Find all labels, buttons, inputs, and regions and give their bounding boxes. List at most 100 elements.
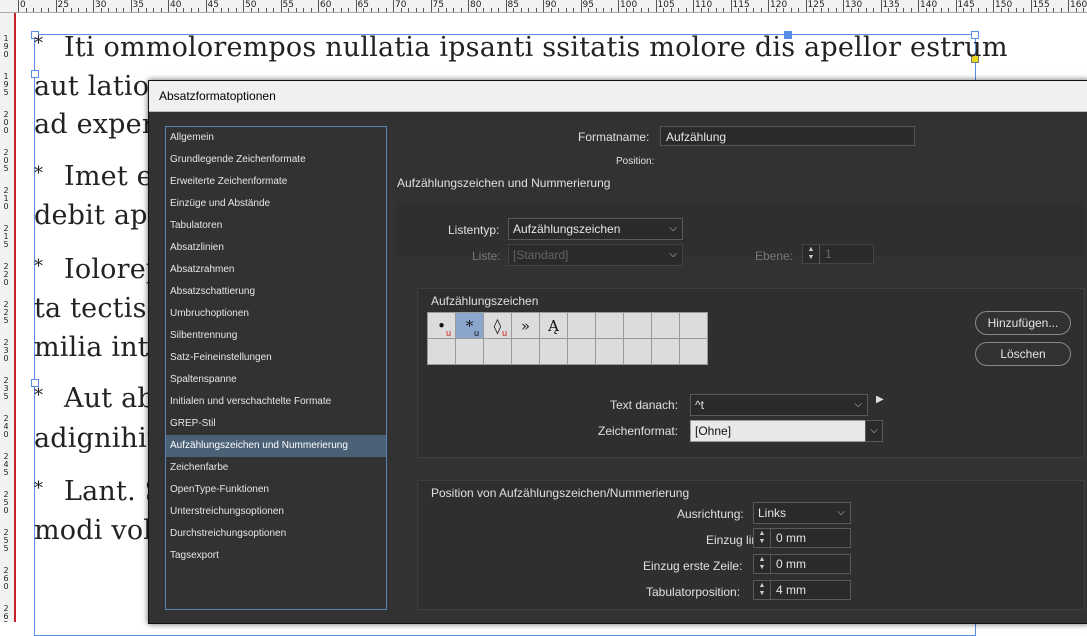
category-item[interactable]: Initialen und verschachtelte Formate [166,391,386,413]
ruler-minor-tick [25,8,27,12]
category-item[interactable]: Absatzlinien [166,237,386,259]
ruler-minor-tick [63,8,64,12]
bullet-cell[interactable] [623,338,652,365]
category-item[interactable]: Unterstreichungsoptionen [166,501,386,523]
ruler-minor-tick [753,8,754,12]
doc-text-line: Iti ommolorempos nullatia ipsanti ssitat… [64,32,1008,63]
category-item[interactable]: Satz-Feineinstellungen [166,347,386,369]
ruler-minor-tick [175,8,177,12]
ruler-tick [655,0,657,12]
einzug-links-stepper[interactable]: ▲ ▼ 0 mm [753,528,851,548]
bullet-cell[interactable] [595,338,624,365]
bullet-char-grid[interactable]: • u * u ◊ u» Ą [427,312,708,365]
ruler-minor-tick [145,8,147,12]
bullet-cell[interactable] [595,312,624,339]
bullet-star: * [34,163,43,184]
ruler-minor-tick [520,8,522,12]
bullet-cell[interactable] [679,338,708,365]
ruler-label: 200 [3,110,9,135]
category-item[interactable]: Aufzählungszeichen und Nummerierung [166,435,386,457]
category-item[interactable]: OpenType-Funktionen [166,479,386,501]
liste-label: Liste: [472,249,501,263]
vertical-ruler[interactable]: 190 195 200 205 210 215 220 225 230 235 240 245 250 2… [0,13,15,622]
category-item[interactable]: Tagsexport [166,545,386,567]
stepper-arrows-icon[interactable]: ▲ ▼ [754,555,771,574]
bullet-cell[interactable] [623,312,652,339]
ruler-label: 265 [3,604,9,623]
bullet-cell[interactable]: » [511,312,540,339]
unicode-marker: u [445,328,451,338]
stepper-arrows-icon[interactable]: ▲ ▼ [754,529,771,548]
einzug-erste-stepper[interactable]: ▲ ▼ 0 mm [753,554,851,574]
ruler-label: 190 [3,34,9,59]
ruler-minor-tick [490,8,492,12]
ausrichtung-dropdown[interactable]: Links ⌵ [753,502,851,524]
stepper-arrows-icon[interactable]: ▲ ▼ [754,581,771,600]
bullet-cell[interactable] [567,312,596,339]
ruler-minor-tick [288,8,289,12]
category-item[interactable]: Einzüge und Abstände [166,193,386,215]
formatname-label: Formatname: [578,130,650,144]
zeichenformat-dropdown[interactable]: [Ohne] [690,420,866,442]
ruler-minor-tick [408,8,409,12]
einzug-erste-value: 0 mm [776,557,806,571]
ruler-minor-tick [595,8,597,12]
dialog-title[interactable]: Absatzformatoptionen [149,81,1087,112]
ruler-tick [580,0,582,12]
add-bullet-button[interactable]: Hinzufügen... [975,311,1071,335]
chevron-down-icon: ⌵ [837,507,845,518]
special-chars-flyout-icon[interactable]: ▶ [876,394,884,405]
category-item[interactable]: Grundlegende Zeichenformate [166,149,386,171]
category-item[interactable]: Erweiterte Zeichenformate [166,171,386,193]
ebene-stepper[interactable]: ▲ ▼ 1 [802,244,874,264]
bullet-cell[interactable] [679,312,708,339]
ruler-minor-tick [933,8,934,12]
ruler-tick [993,0,994,12]
ruler-label: 140 [920,0,938,10]
horizontal-ruler[interactable]: 0 25 30 35 40 45 50 55 60 65 70 75 80 85 90 95 100 105 110… [0,0,1087,13]
bullet-cell[interactable]: * u [455,312,484,339]
formatname-input[interactable]: Aufzählung [660,126,915,146]
category-item[interactable]: Absatzrahmen [166,259,386,281]
bullet-cell[interactable] [567,338,596,365]
chevron-down-icon[interactable]: ⌵ [865,420,883,442]
bullet-cell[interactable] [427,338,456,365]
bullet-cell[interactable] [455,338,484,365]
category-item[interactable]: GREP-Stil [166,413,386,435]
category-item[interactable]: Allgemein [166,127,386,149]
ruler-minor-tick [1053,8,1054,12]
ruler-minor-tick [813,8,814,12]
ruler-minor-tick [1023,8,1024,12]
ruler-minor-tick [310,8,312,12]
bullet-cell[interactable] [511,338,540,365]
ruler-minor-tick [438,8,439,12]
delete-bullet-button[interactable]: Löschen [975,342,1071,366]
category-item[interactable]: Spaltenspanne [166,369,386,391]
ruler-minor-tick [363,8,364,12]
category-item[interactable]: Zeichenfarbe [166,457,386,479]
liste-dropdown[interactable]: [Standard] ⌵ [508,244,683,266]
category-item[interactable]: Durchstreichungsoptionen [166,523,386,545]
ruler-minor-tick [850,8,852,12]
ruler-label: 230 [3,338,9,363]
bullet-cell[interactable]: • u [427,312,456,339]
category-list[interactable]: Allgemein Grundlegende Zeichenformate Erwe… [165,126,387,610]
category-item[interactable]: Silbentrennung [166,325,386,347]
text-danach-dropdown[interactable]: ^t ⌵ [690,394,868,416]
stepper-arrows-icon[interactable]: ▲ ▼ [803,245,820,264]
ruler-minor-tick [663,8,664,12]
bullet-cell[interactable] [651,338,680,365]
bullet-cell[interactable] [483,338,512,365]
doc-text-line: milia intu [34,332,167,363]
category-item[interactable]: Umbruchoptionen [166,303,386,325]
bullet-cell[interactable]: Ą [539,312,568,339]
category-item[interactable]: Tabulatoren [166,215,386,237]
ruler-minor-tick [513,8,514,12]
listentyp-value: Aufzählungszeichen [513,222,621,236]
bullet-cell[interactable]: ◊ u [483,312,512,339]
category-item[interactable]: Absatzschattierung [166,281,386,303]
bullet-cell[interactable] [539,338,568,365]
listentyp-dropdown[interactable]: Aufzählungszeichen ⌵ [508,218,683,240]
tabulator-stepper[interactable]: ▲ ▼ 4 mm [753,580,851,600]
bullet-cell[interactable] [651,312,680,339]
